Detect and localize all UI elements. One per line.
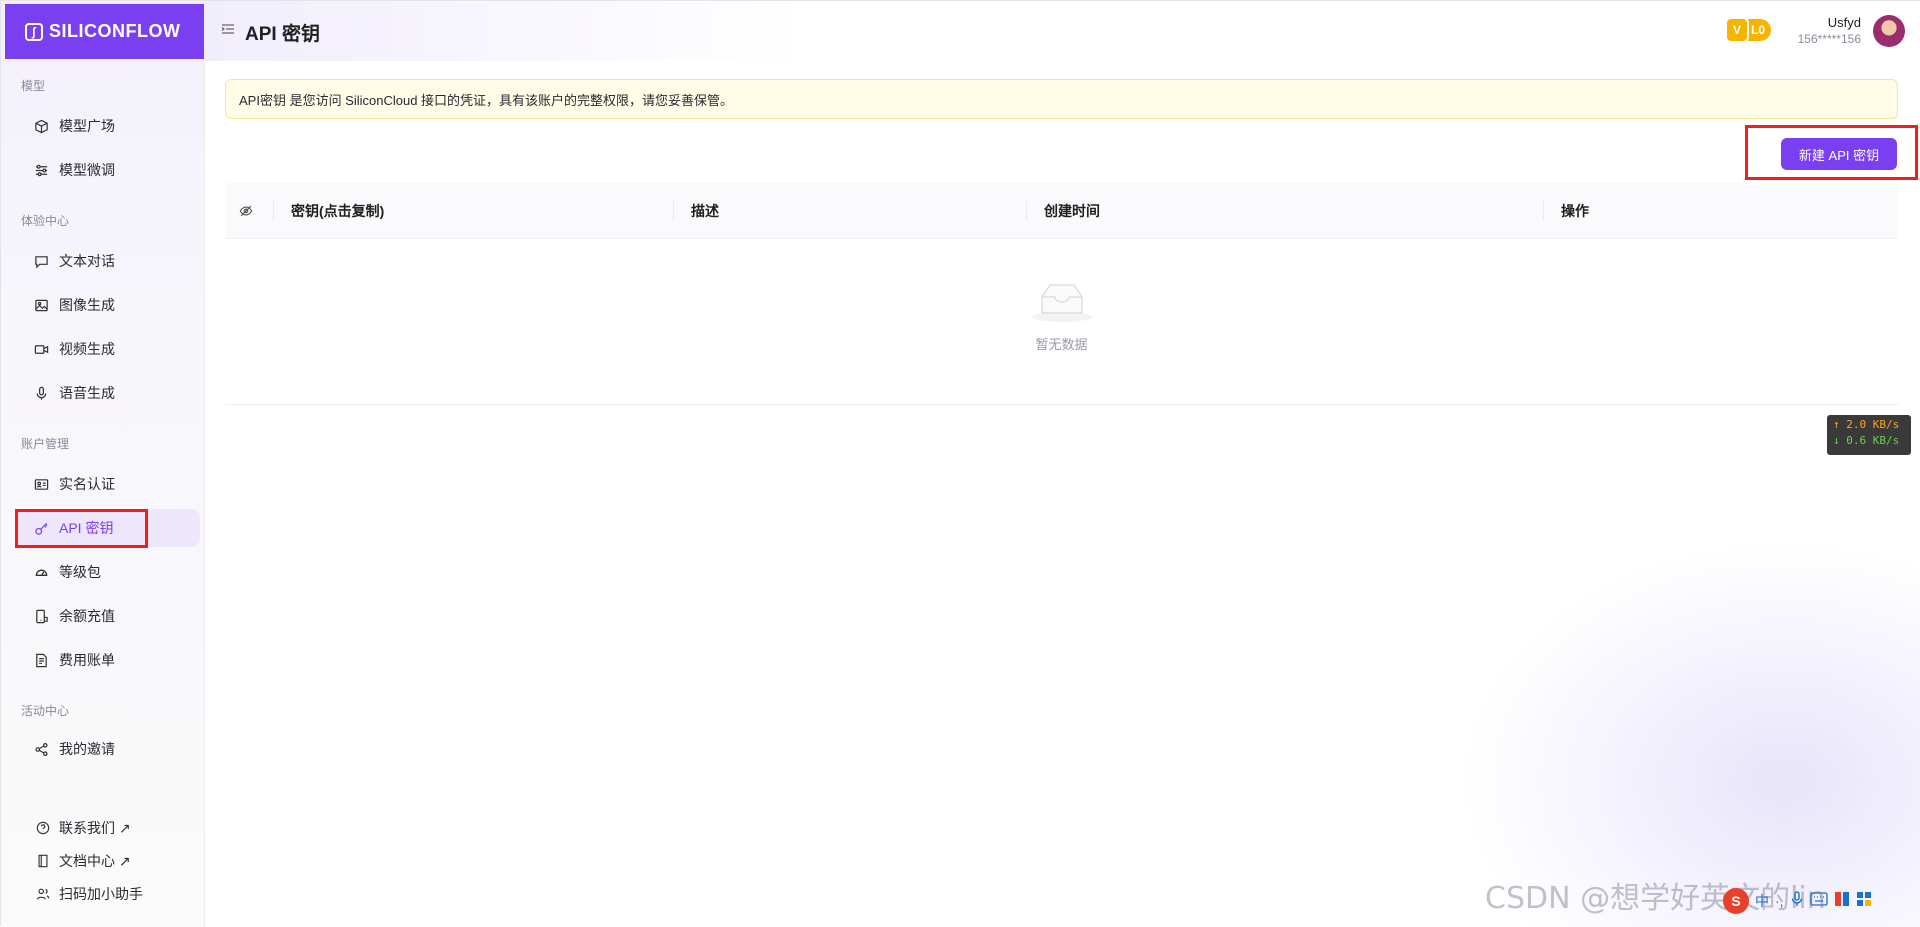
sidebar-item-real-name[interactable]: 实名认证: [15, 465, 200, 503]
column-header-created-time: 创建时间: [1044, 203, 1100, 219]
key-icon: [33, 520, 49, 536]
contact-us-label: 联系我们 ↗: [59, 820, 131, 836]
avatar[interactable]: [1873, 15, 1905, 47]
sidebar-item-text-chat[interactable]: 文本对话: [15, 242, 200, 280]
sidebar-item-label: API 密钥: [59, 520, 114, 536]
table-header: 密钥(点击复制) 描述 创建时间 操作: [225, 183, 1898, 239]
user-phone: 156*****156: [1797, 32, 1861, 46]
main-content: API密钥 是您访问 SiliconCloud 接口的凭证，具有该账户的完整权限…: [205, 61, 1920, 927]
sidebar-item-audio-gen[interactable]: 语音生成: [15, 374, 200, 412]
brand-name: SILICONFLOW: [49, 21, 181, 41]
sidebar-item-label: 语音生成: [59, 385, 115, 401]
chat-icon: [33, 253, 49, 269]
sidebar-item-label: 模型微调: [59, 162, 115, 178]
ime-punctuation[interactable]: ·,: [1775, 893, 1784, 909]
network-speed-widget: ↑ 2.0 KB/s ↓ 0.6 KB/s: [1827, 415, 1911, 455]
assistant-qr-link[interactable]: 扫码加小助手: [35, 884, 143, 904]
sidebar-item-image-gen[interactable]: 图像生成: [15, 286, 200, 324]
sidebar-item-billing[interactable]: 费用账单: [15, 641, 200, 679]
sidebar-item-label: 费用账单: [59, 652, 115, 668]
cube-icon: [33, 118, 49, 134]
sidebar-item-model-square[interactable]: 模型广场: [15, 107, 200, 145]
level-label: L0: [1750, 23, 1765, 37]
sidebar-item-label: 实名认证: [59, 476, 115, 492]
ime-toolbar: S 中 ·,: [1723, 887, 1919, 915]
empty-inbox-icon: [1030, 284, 1094, 327]
download-speed: ↓ 0.6 KB/s: [1833, 434, 1900, 447]
bill-icon: [33, 652, 49, 668]
empty-state: 暂无数据: [225, 279, 1898, 353]
section-title-playground: 体验中心: [21, 214, 70, 228]
sidebar-item-level-pack[interactable]: 等级包: [15, 553, 200, 591]
level-badge[interactable]: V L0: [1724, 17, 1771, 43]
gauge-icon: [33, 564, 49, 580]
sidebar-item-label: 等级包: [59, 564, 101, 580]
api-key-notice: API密钥 是您访问 SiliconCloud 接口的凭证，具有该账户的完整权限…: [225, 79, 1898, 119]
user-info[interactable]: Usfyd 156*****156: [1798, 15, 1861, 46]
empty-text: 暂无数据: [1035, 337, 1088, 352]
upload-speed: ↑ 2.0 KB/s: [1833, 418, 1900, 431]
column-divider: [1543, 201, 1544, 221]
toggle-visibility-icon[interactable]: [239, 183, 253, 239]
ime-skin-icon[interactable]: [1834, 891, 1850, 912]
column-divider: [673, 201, 674, 221]
ime-toolbox-icon[interactable]: [1856, 891, 1872, 912]
sidebar-item-api-keys[interactable]: API 密钥: [15, 509, 200, 547]
sidebar-item-label: 图像生成: [59, 297, 115, 313]
sidebar-item-label: 视频生成: [59, 341, 115, 357]
sidebar-item-label: 模型广场: [59, 118, 115, 134]
sidebar-item-video-gen[interactable]: 视频生成: [15, 330, 200, 368]
notice-text: API密钥 是您访问 SiliconCloud 接口的凭证，具有该账户的完整权限…: [239, 92, 734, 108]
sidebar-item-label: 文本对话: [59, 253, 115, 269]
sidebar-item-model-finetune[interactable]: 模型微调: [15, 151, 200, 189]
sogou-ime-logo-icon[interactable]: S: [1723, 888, 1749, 914]
ime-keyboard-icon[interactable]: [1809, 891, 1828, 911]
mic-icon: [33, 385, 49, 401]
ime-mode-chinese[interactable]: 中: [1755, 891, 1769, 911]
users-icon: [35, 886, 51, 902]
collapse-menu-icon[interactable]: [221, 22, 235, 36]
vip-icon: V: [1724, 17, 1749, 43]
sliders-icon: [33, 162, 49, 178]
app-window: ʃ SILICONFLOW 模型 模型广场 模型微调 体验中心 文本对话 图像生…: [0, 0, 1920, 927]
create-api-key-button[interactable]: 新建 API 密钥: [1781, 138, 1897, 170]
assistant-qr-label: 扫码加小助手: [59, 886, 143, 902]
sidebar-item-recharge[interactable]: 余额充值: [15, 597, 200, 635]
section-title-models: 模型: [21, 79, 46, 93]
book-icon: [35, 853, 51, 869]
sidebar: ʃ SILICONFLOW 模型 模型广场 模型微调 体验中心 文本对话 图像生…: [1, 1, 205, 927]
contact-us-link[interactable]: 联系我们 ↗: [35, 818, 131, 838]
help-circle-icon: [35, 820, 51, 836]
id-card-icon: [33, 476, 49, 492]
sidebar-item-label: 余额充值: [59, 608, 115, 624]
column-divider: [1026, 201, 1027, 221]
column-header-description: 描述: [691, 203, 719, 219]
sidebar-item-label: 我的邀请: [59, 741, 115, 757]
docs-center-label: 文档中心 ↗: [59, 853, 131, 869]
column-header-actions: 操作: [1561, 203, 1589, 219]
sidebar-item-invitations[interactable]: 我的邀请: [15, 730, 200, 768]
ime-mic-icon[interactable]: [1790, 890, 1804, 912]
user-name: Usfyd: [1827, 15, 1861, 30]
siliconflow-logo-icon: ʃ: [25, 22, 43, 41]
page-title: API 密钥: [245, 24, 320, 45]
image-icon: [33, 297, 49, 313]
share-icon: [33, 741, 49, 757]
column-divider: [273, 201, 274, 221]
section-title-activities: 活动中心: [21, 704, 70, 718]
column-header-key: 密钥(点击复制): [291, 203, 385, 219]
wallet-icon: [33, 608, 49, 624]
table-body: 暂无数据: [225, 239, 1898, 405]
brand-logo[interactable]: ʃ SILICONFLOW: [5, 4, 204, 59]
video-icon: [33, 341, 49, 357]
section-title-account: 账户管理: [21, 437, 70, 451]
docs-center-link[interactable]: 文档中心 ↗: [35, 851, 131, 871]
top-header: API 密钥 V L0 Usfyd 156*****156: [205, 1, 1920, 61]
